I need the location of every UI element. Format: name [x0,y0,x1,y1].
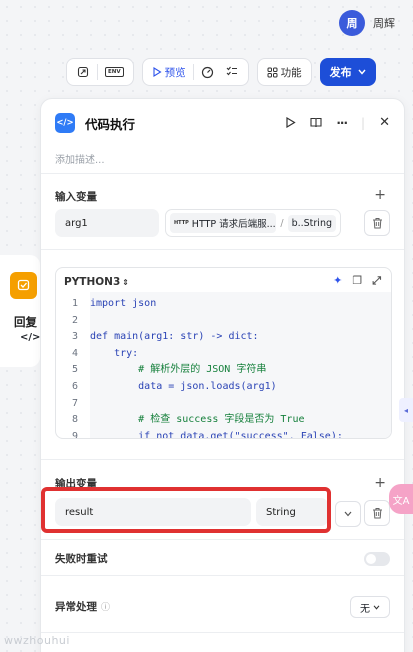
watermark: wwzhouhui [4,634,70,647]
panel-title[interactable]: 代码执行 [85,114,135,133]
trash-icon [372,218,382,229]
username: 周辉 [373,17,395,30]
add-output-icon[interactable]: + [374,475,386,491]
description-input[interactable]: 添加描述... [55,151,105,166]
chevron-down-icon [344,511,352,517]
divider [41,575,404,576]
code-node-panel: </> 代码执行 ··· | ✕ 添加描述... 输入变量 + arg1 HTT… [40,98,405,652]
avatar[interactable]: 周 [339,10,365,36]
run-icon[interactable] [285,117,297,128]
ref-path: b..String [287,214,336,232]
help-icon[interactable]: ⓘ [101,600,110,613]
divider [41,539,404,540]
delete-input-button[interactable] [364,210,390,236]
code-icon: </> [55,113,75,133]
code-line[interactable]: if not data.get("success", False): [90,429,343,438]
chevron-updown-icon[interactable]: ⇕ [122,278,129,287]
toolbar-group-middle: 预览 [141,58,249,86]
http-icon: HTTP [174,220,189,226]
chevron-down-icon [373,604,380,610]
ref-source: HTTP 请求后端服... [191,219,276,230]
output-type-dropdown[interactable] [335,501,361,527]
trash-icon [372,508,382,519]
play-icon [153,67,162,77]
checklist-button[interactable] [220,61,244,83]
chevron-down-icon [358,69,366,75]
user-menu[interactable]: 周 周辉 [339,10,395,36]
error-handling-value: 无 [360,603,370,615]
toolbar-group-feature: 功能 [256,58,312,86]
delete-output-button[interactable] [364,500,390,526]
reply-node-icon [10,272,37,299]
code-line[interactable]: def main(arg1: str) -> dict: [90,329,259,346]
more-icon[interactable]: ··· [336,116,348,130]
divider [41,632,404,633]
error-handling-select[interactable]: 无 [350,596,390,618]
code-line[interactable]: # 解析外层的 JSON 字符串 [90,362,266,379]
input-var-name[interactable]: arg1 [55,209,159,237]
reply-node-label: 回复 [14,315,37,329]
panel-header: </> 代码执行 [55,113,135,133]
highlight-box [41,487,331,533]
shortcut-button[interactable] [71,61,95,83]
env-button[interactable]: ENV [100,61,129,83]
panel-actions: ··· | ✕ [285,115,390,130]
toolbar-divider [192,64,194,80]
shortcut-icon [77,66,89,78]
ref-source-chip: HTTP HTTP 请求后端服... [170,213,277,233]
add-input-icon[interactable]: + [374,187,386,203]
code-node-icon: </> [20,332,41,343]
retry-toggle[interactable] [364,552,390,566]
separator: | [361,115,366,130]
line-number: 1 [71,298,78,309]
code-content[interactable]: 1 import json 2 3 def main(arg1: str) -> dic… [56,292,391,438]
gauge-icon [202,66,214,78]
code-line[interactable]: try: [90,346,138,363]
line-number: 9 [71,430,78,439]
env-icon: ENV [105,67,124,77]
divider [41,173,404,174]
line-number: 4 [71,347,78,359]
code-line[interactable]: import json [90,296,156,313]
publish-label: 发布 [329,66,352,79]
publish-button[interactable]: 发布 [319,58,376,86]
grid-icon [267,67,278,77]
language-select[interactable]: PYTHON3 [64,276,120,288]
divider [41,459,404,460]
preview-label: 预览 [164,66,186,79]
monitor-button[interactable] [196,61,220,83]
code-editor[interactable]: PYTHON3 ⇕ ✦ ❐ ⤢ 1 import json 2 3 def main(a… [55,267,392,439]
book-icon[interactable] [310,117,322,128]
input-section-title: 输入变量 [55,191,97,203]
toolbar: ENV 预览 功能 发布 [66,58,376,86]
feature-label: 功能 [280,66,302,79]
toolbar-group-left: ENV [66,58,134,86]
ai-sparkle-icon[interactable]: ✦ [333,274,342,288]
close-icon[interactable]: ✕ [379,115,390,130]
error-handling-row: 异常处理 ⓘ [55,599,110,614]
line-number: 6 [71,381,78,392]
line-number: 2 [71,314,78,326]
side-collapse-tab[interactable]: ◂ [399,398,413,422]
toolbar-divider [97,64,98,80]
line-number: 3 [71,331,78,343]
feature-button[interactable]: 功能 [262,61,307,83]
line-number: 5 [71,364,78,376]
error-handling-label: 异常处理 [55,601,97,613]
expand-icon[interactable]: ⤢ [372,274,381,288]
checklist-icon [226,66,237,76]
preview-button[interactable]: 预览 [147,61,191,83]
code-line[interactable]: data = json.loads(arg1) [90,379,276,396]
translate-icon[interactable]: 文A [389,484,413,514]
line-number: 7 [71,397,78,409]
editor-actions: ✦ ❐ ⤢ [333,274,381,288]
input-var-reference[interactable]: HTTP HTTP 请求后端服... / b..String [165,209,341,237]
divider [41,249,404,250]
ref-separator: / [280,217,284,229]
retry-label: 失败时重试 [55,553,108,565]
copy-icon[interactable]: ❐ [352,274,362,288]
code-line[interactable]: # 检查 success 字段是否为 True [90,412,304,429]
line-number: 8 [71,414,78,426]
